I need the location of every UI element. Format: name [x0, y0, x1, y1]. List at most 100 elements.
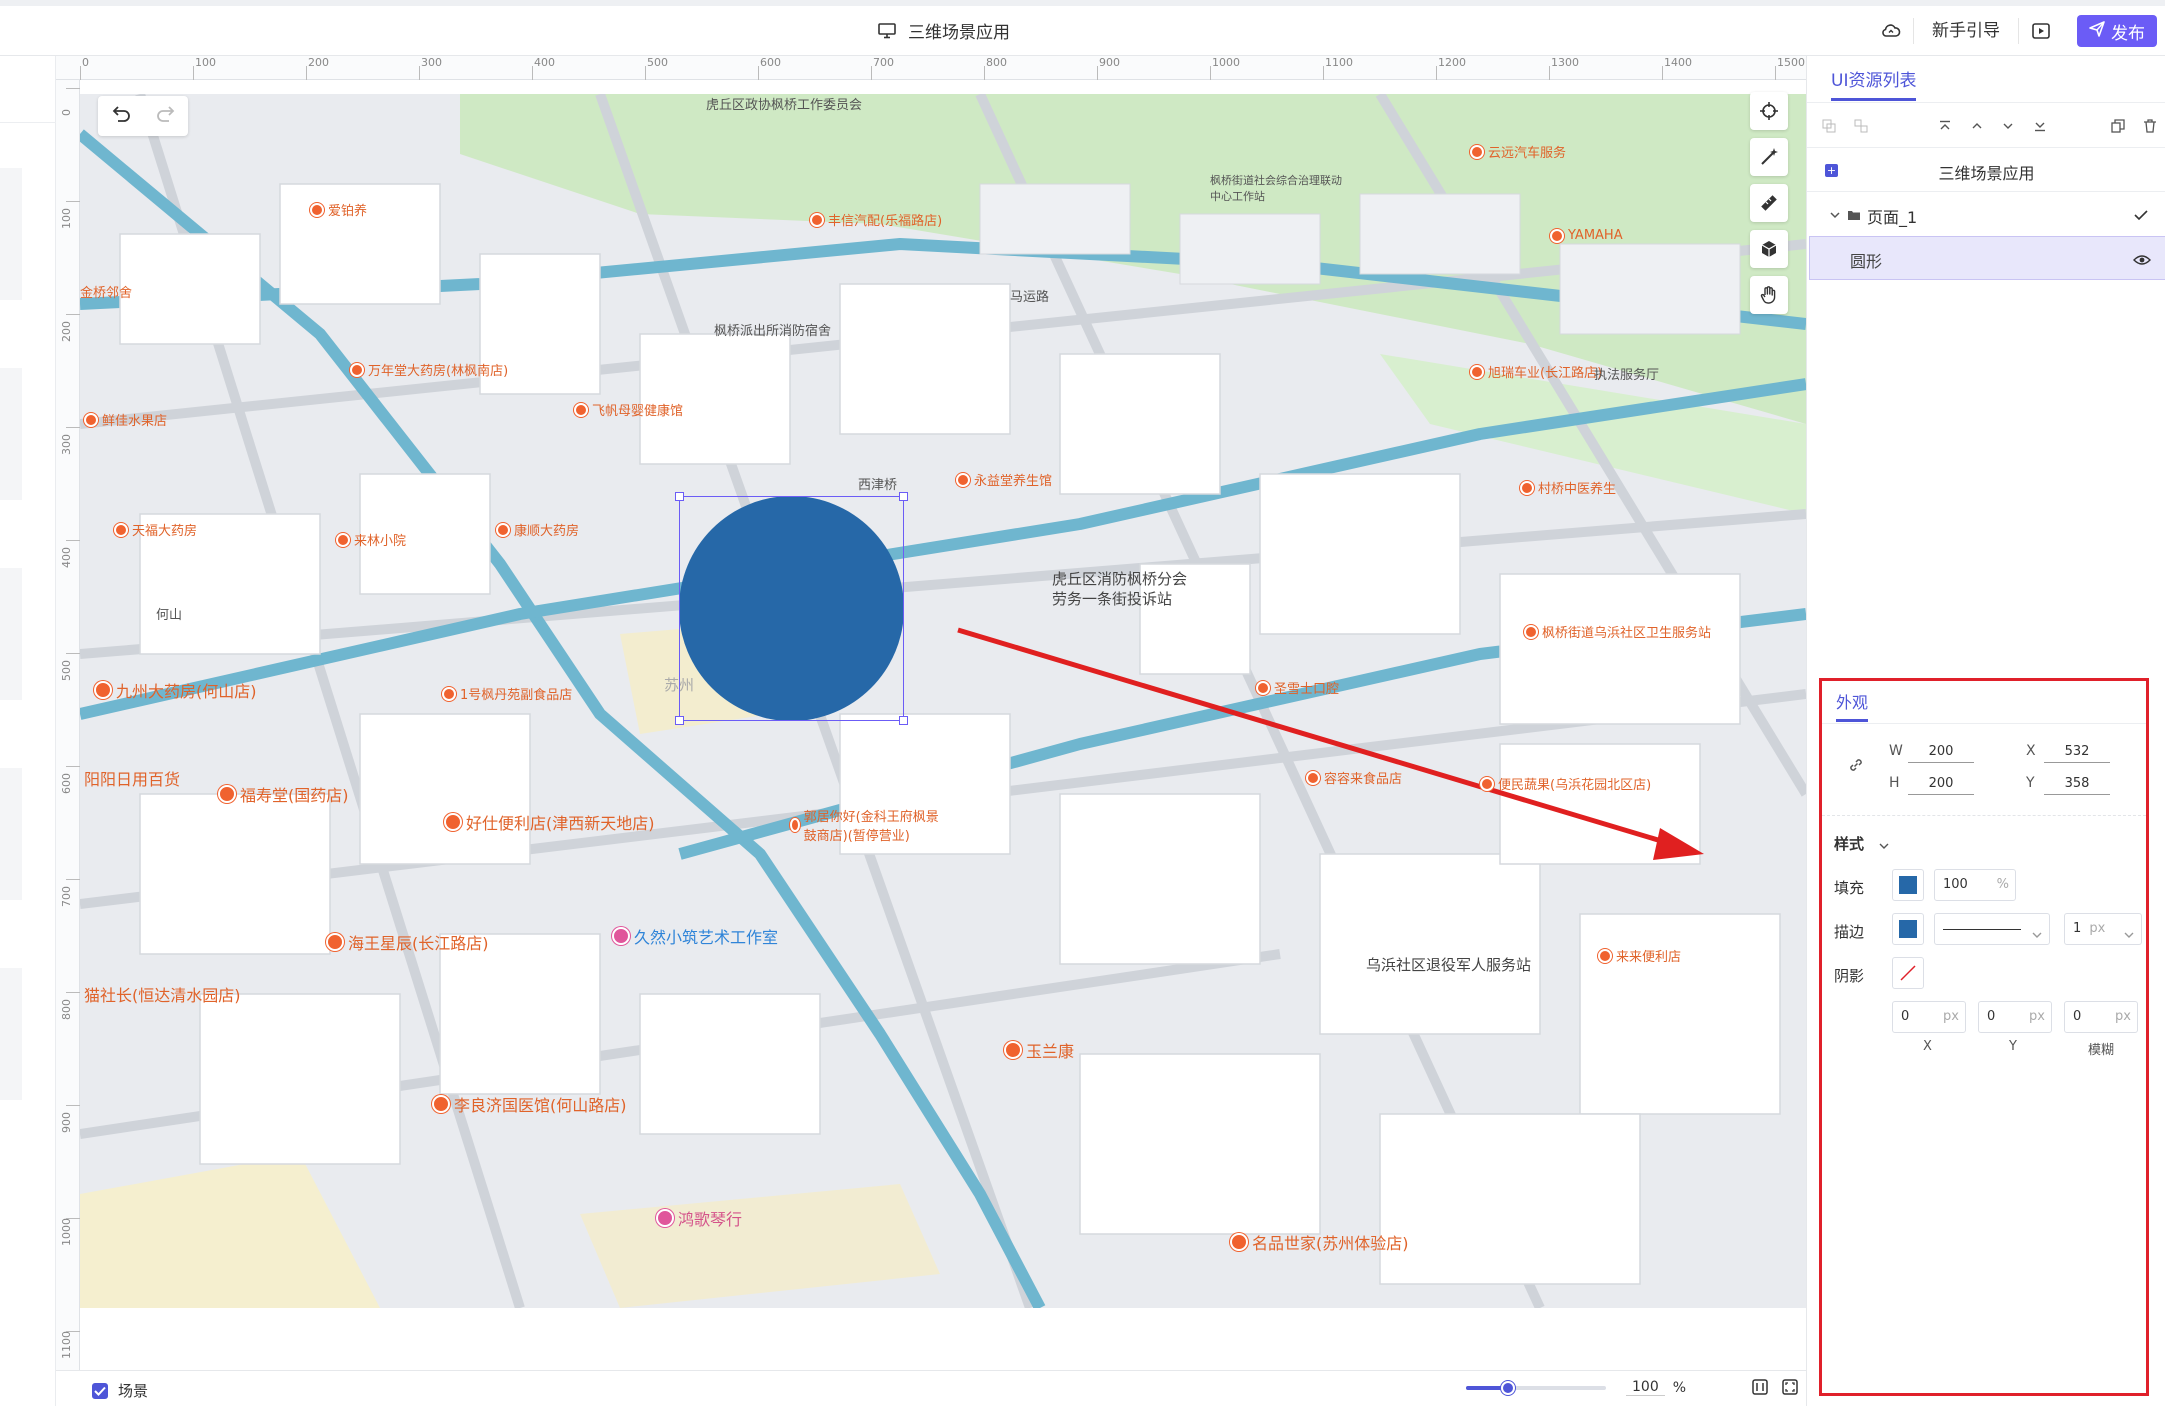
map-poi[interactable]: 猫社长(恒达清水园店): [84, 982, 241, 1006]
tree-root-app[interactable]: + 三维场景应用: [1807, 148, 2165, 192]
tree-item-circle[interactable]: 圆形: [1809, 236, 2165, 280]
move-to-top-icon[interactable]: [1929, 120, 1961, 132]
ruler-tick: [306, 66, 307, 80]
map-poi[interactable]: 飞帆母婴健康馆: [574, 400, 683, 419]
map-poi[interactable]: 鸿歌琴行: [656, 1206, 742, 1230]
ruler-tick-label: 200: [60, 321, 73, 342]
map-poi[interactable]: 云远汽车服务: [1470, 142, 1566, 161]
locate-crosshair-icon[interactable]: [1750, 92, 1788, 130]
move-up-icon[interactable]: [1961, 120, 1993, 132]
preview-play-icon[interactable]: [2019, 14, 2063, 48]
shadow-blur-input[interactable]: 0 px: [2064, 1001, 2138, 1033]
poi-marker-icon: [1524, 624, 1538, 639]
resize-handle-top-left[interactable]: [675, 492, 684, 501]
style-section-label[interactable]: 样式: [1834, 833, 1864, 854]
poi-marker-icon: [432, 1095, 450, 1113]
map-poi[interactable]: 丰信汽配(乐福路店): [810, 210, 942, 229]
map-poi[interactable]: 永益堂养生馆: [956, 470, 1052, 489]
link-ratio-icon[interactable]: [1840, 749, 1872, 781]
poi-marker-icon: [1230, 1233, 1248, 1251]
map-poi[interactable]: 久然小筑艺术工作室: [612, 924, 778, 948]
shadow-none-toggle[interactable]: [1892, 957, 1924, 989]
stroke-style-select[interactable]: [1934, 913, 2050, 945]
map-poi[interactable]: 福寿堂(国药店): [218, 782, 349, 806]
height-input[interactable]: 200: [1908, 773, 1974, 795]
map-poi[interactable]: YAMAHA: [1550, 228, 1623, 243]
stroke-width-select[interactable]: 1 px: [2064, 913, 2142, 945]
map-poi[interactable]: 来来便利店: [1598, 946, 1681, 965]
map-poi[interactable]: 村桥中医养生: [1520, 478, 1616, 497]
chevron-down-icon[interactable]: [1878, 837, 1890, 856]
resize-handle-bottom-left[interactable]: [675, 716, 684, 725]
check-icon[interactable]: [2134, 206, 2148, 225]
map-poi[interactable]: 好仕便利店(津西新天地店): [444, 810, 655, 834]
stroke-color-picker[interactable]: [1892, 913, 1924, 945]
cube-3d-icon[interactable]: [1750, 230, 1788, 268]
move-down-icon[interactable]: [1993, 120, 2025, 132]
map-poi[interactable]: 枫桥街道乌浜社区卫生服务站: [1524, 622, 1711, 641]
map-poi[interactable]: 名品世家(苏州体验店): [1230, 1230, 1409, 1254]
map-poi[interactable]: 李良济国医馆(何山路店): [432, 1092, 627, 1116]
map-poi[interactable]: 万年堂大药房(林枫南店): [350, 360, 508, 379]
map-poi[interactable]: 圣雪士口腔: [1256, 678, 1339, 697]
publish-button[interactable]: 发布: [2077, 15, 2157, 47]
map-poi[interactable]: 金桥邻舍: [80, 282, 132, 301]
fit-screen-icon[interactable]: [1782, 1379, 1798, 1399]
copy-icon[interactable]: [2102, 118, 2134, 133]
group-icon[interactable]: [1813, 119, 1845, 133]
ungroup-icon[interactable]: [1845, 119, 1877, 133]
map-poi[interactable]: 爱铂养: [310, 200, 367, 219]
fill-color-picker[interactable]: [1892, 869, 1924, 901]
map-poi[interactable]: 玉兰康: [1004, 1038, 1074, 1062]
zoom-slider[interactable]: [1466, 1380, 1606, 1395]
magic-wand-icon[interactable]: [1750, 138, 1788, 176]
eye-visible-icon[interactable]: [2133, 251, 2151, 270]
zoom-slider-knob[interactable]: [1501, 1380, 1515, 1395]
map-poi[interactable]: 九州大药房(何山店): [94, 678, 257, 702]
x-input[interactable]: 532: [2044, 741, 2110, 763]
undo-icon[interactable]: [111, 105, 131, 127]
tab-ui-resource-list[interactable]: UI资源列表: [1831, 66, 1917, 101]
tab-appearance[interactable]: 外观: [1836, 689, 1869, 722]
width-input[interactable]: 200: [1908, 741, 1974, 763]
chevron-down-icon[interactable]: [1829, 206, 1841, 225]
map-poi[interactable]: 容容来食品店: [1306, 768, 1402, 787]
scene-toggle[interactable]: 场景: [92, 1380, 148, 1401]
folder-icon: [1847, 206, 1861, 225]
resize-handle-top-right[interactable]: [899, 492, 908, 501]
cloud-sync-icon[interactable]: [1869, 14, 1913, 48]
poi-marker-icon: [790, 818, 800, 832]
poi-marker-icon: [810, 212, 824, 227]
map-poi[interactable]: 便民蔬果(乌浜花园北区店): [1480, 774, 1651, 793]
stroke-label: 描边: [1834, 923, 1865, 941]
map-poi[interactable]: 郭居你好(金科王府枫景鼓商店)(暂停营业): [790, 806, 940, 844]
map-poi[interactable]: 1号枫丹苑副食品店: [442, 684, 572, 703]
selection-box[interactable]: [675, 492, 908, 725]
delete-icon[interactable]: [2134, 118, 2165, 133]
map-poi[interactable]: 天福大药房: [114, 520, 197, 539]
zoom-value[interactable]: 100: [1626, 1379, 1665, 1396]
map-label: 乌浜社区退役军人服务站: [1366, 956, 1532, 974]
fill-opacity-input[interactable]: 100%: [1934, 869, 2016, 901]
right-panel: UI资源列表 + 三维场景应用 页面_1 圆形 外观 W 200 X 532 H: [1806, 56, 2165, 1406]
move-to-bottom-icon[interactable]: [2024, 120, 2056, 132]
map-poi[interactable]: 海王星辰(长江路店): [326, 930, 489, 954]
shadow-x-input[interactable]: 0 px: [1892, 1001, 1966, 1033]
guide-button[interactable]: 新手引导: [1913, 18, 2019, 44]
y-input[interactable]: 358: [2044, 773, 2110, 795]
tree-page-1[interactable]: 页面_1: [1807, 192, 2165, 236]
map-poi[interactable]: 鲜佳水果店: [84, 410, 167, 429]
shadow-y-input[interactable]: 0 px: [1978, 1001, 2052, 1033]
map-poi[interactable]: 康顺大药房: [496, 520, 579, 539]
map-3d-canvas[interactable]: 鲜佳水果店 天福大药房 九州大药房(何山店) 阳阳日用百货 福寿堂(国药店) 好…: [80, 94, 1806, 1308]
map-poi[interactable]: 阳阳日用百货: [84, 766, 180, 790]
ruler-tick: [645, 66, 646, 80]
redo-icon[interactable]: [156, 105, 176, 127]
fit-width-icon[interactable]: [1752, 1379, 1768, 1399]
checkbox-checked-icon[interactable]: [92, 1382, 108, 1399]
resize-handle-bottom-right[interactable]: [899, 716, 908, 725]
measure-ruler-icon[interactable]: [1750, 184, 1788, 222]
map-poi[interactable]: 来林小院: [336, 530, 406, 549]
map-poi[interactable]: 旭瑞车业(长江路店): [1470, 362, 1602, 381]
hand-pan-icon[interactable]: [1750, 276, 1788, 314]
